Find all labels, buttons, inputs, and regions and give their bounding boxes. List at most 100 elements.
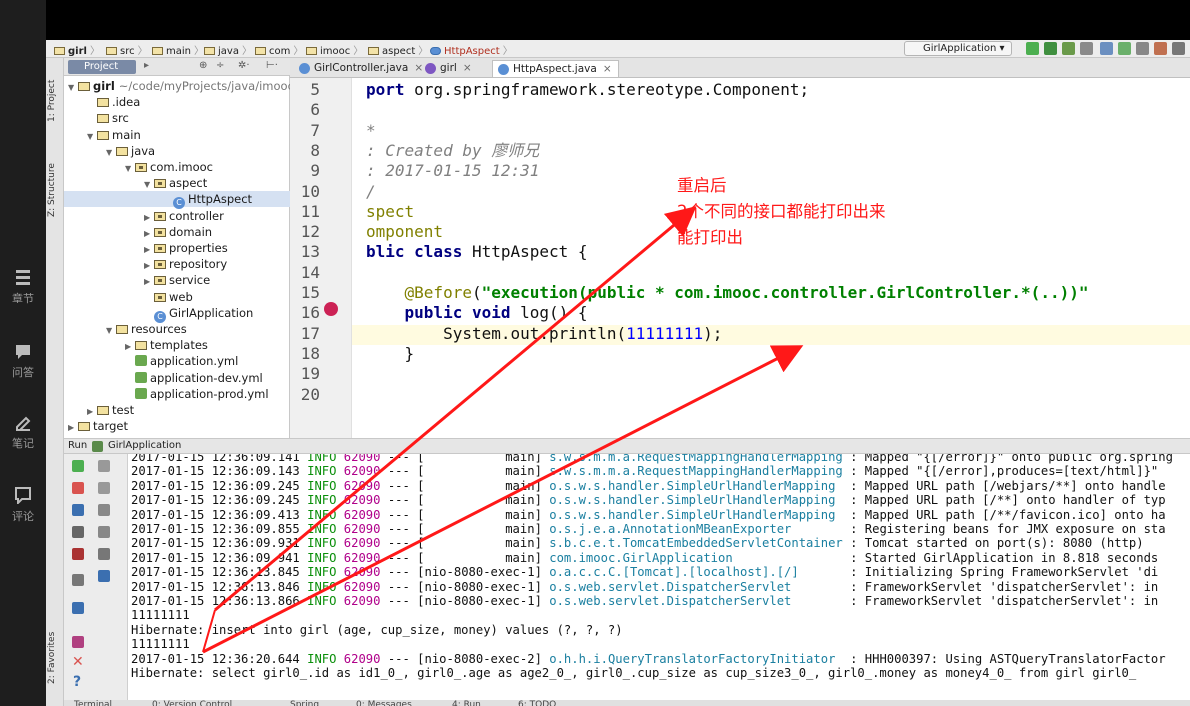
bottom-tab[interactable]: 4: Run [452,700,481,706]
breadcrumb-item[interactable]: main 〉 [152,42,204,57]
collapse-icon[interactable]: ÷ [216,60,224,71]
breadcrumb-item[interactable]: aspect 〉 [368,42,428,57]
code-editor[interactable]: port org.springframework.stereotype.Comp… [352,78,1190,438]
tree-item[interactable]: ▼ girl ~/code/myProjects/java/imooc/ [64,78,298,94]
close-icon[interactable]: × [603,63,612,75]
pin-icon[interactable] [72,636,84,648]
profile-icon[interactable] [1080,42,1093,55]
tree-item[interactable]: ▶ target [64,418,290,434]
project-view-selector[interactable]: Project [68,60,136,74]
breadcrumb-item[interactable]: com 〉 [255,42,303,57]
qa-nav-item[interactable]: 问答 [0,342,46,380]
tree-item[interactable]: ▼ com.imooc [64,159,290,175]
bottom-tab[interactable]: 0: Messages [356,700,412,706]
tab-httpaspect[interactable]: HttpAspect.java × [492,60,619,77]
comments-nav-item[interactable]: 评论 [0,486,46,524]
structure-tool-tab[interactable]: Z: Structure [47,150,63,230]
bottom-tab[interactable]: 0: Version Control [152,700,232,706]
debug-icon[interactable] [1044,42,1057,55]
tree-item[interactable]: application-prod.yml [64,386,290,402]
package-icon [135,163,147,172]
run-config-select[interactable]: GirlApplication ▾ [904,41,1012,56]
notes-nav-item[interactable]: 笔记 [0,413,46,451]
scroll-end-icon[interactable] [98,526,110,538]
pencil-icon [16,416,31,431]
tree-item[interactable]: ▶ repository [64,256,290,272]
history-icon[interactable] [1136,42,1149,55]
tree-item[interactable]: application.yml [64,353,290,369]
tab-girlcontroller[interactable]: GirlController.java × [294,60,429,77]
down-arrow-icon[interactable] [98,482,110,494]
settings-icon[interactable] [1172,42,1185,55]
hide-icon[interactable]: ⊢· [266,60,278,71]
revert-icon[interactable] [1154,42,1167,55]
tree-item[interactable]: ▶ service [64,272,290,288]
exit-icon[interactable] [72,548,84,560]
tree-item[interactable]: ▼ main [64,127,290,143]
package-icon [255,47,266,55]
tree-item[interactable]: .idea [64,94,290,110]
tree-item[interactable]: ▼ aspect [64,175,290,191]
sync-icon[interactable]: ⊕ [199,60,207,71]
expand-icon[interactable]: ▸ [144,60,149,71]
console-output[interactable]: 2017-01-15 12:36:09.141 INFO 62090 --- [… [128,454,1190,706]
tree-item[interactable]: ▶ templates [64,337,290,353]
stop-icon[interactable] [72,482,84,494]
coverage-icon[interactable] [1062,42,1075,55]
help-icon[interactable]: ? [73,674,81,690]
camera-icon[interactable] [72,526,84,538]
favorites-tool-tab[interactable]: 2: Favorites [47,618,63,698]
run-config-name[interactable]: GirlApplication [108,439,181,453]
project-tool-tab[interactable]: 1: Project [47,66,63,136]
vcs-update-icon[interactable] [1100,42,1113,55]
tab-girl[interactable]: girl × [420,60,478,77]
breadcrumb-item[interactable]: imooc 〉 [306,42,363,57]
tree-item[interactable]: C HttpAspect [64,191,290,210]
line-number: 9 [310,161,320,181]
tree-item[interactable]: ▶ domain [64,224,290,240]
breadcrumb-item[interactable]: java 〉 [204,42,252,57]
breadcrumb-item[interactable]: src 〉 [106,42,148,57]
chevron-icon[interactable]: ▶ [68,420,78,436]
tree-item[interactable]: ▶ controller [64,208,290,224]
bottom-tab[interactable]: Terminal [74,700,112,706]
breadcrumb-item[interactable]: girl 〉 [54,42,100,57]
tree-item[interactable]: application-dev.yml [64,370,290,386]
tree-item[interactable]: src [64,110,290,126]
line-number: 8 [310,140,320,160]
breakpoint-icon[interactable] [324,302,338,316]
line-number: 11 [300,201,320,221]
up-arrow-icon[interactable] [98,460,110,472]
breadcrumb-item[interactable]: HttpAspect 〉 [430,42,513,57]
vcs-commit-icon[interactable] [1118,42,1131,55]
tree-item-label: domain [169,224,213,239]
close-icon[interactable]: ✕ [72,654,84,670]
bottom-tab[interactable]: 6: TODO [518,700,556,706]
console-line: 11111111 [131,637,190,652]
list-icon [16,270,30,285]
folder-icon [97,130,109,140]
run-toolbar: ✕ ? [64,454,128,706]
tree-item[interactable]: ▼ java [64,143,290,159]
folder-icon [97,98,109,108]
console-line: 2017-01-15 12:36:09.941 INFO 62090 --- [… [131,550,1159,565]
tree-item[interactable]: ▶ properties [64,240,290,256]
pause-icon[interactable] [72,504,84,516]
wrap-icon[interactable] [98,504,110,516]
tree-item[interactable]: C GirlApplication [64,305,290,323]
tree-item[interactable]: ▶ test [64,402,290,418]
settings-icon[interactable] [72,602,84,614]
close-icon[interactable]: × [463,62,472,74]
tree-item[interactable]: web [64,289,290,305]
clear-icon[interactable] [98,570,110,582]
run-icon[interactable] [1026,42,1039,55]
gear-icon[interactable]: ✲· [238,60,250,71]
tree-item[interactable]: ▼ resources [64,321,290,337]
print-icon[interactable] [98,548,110,560]
bottom-tab[interactable]: Spring [290,700,319,706]
annotation-line-3: 能打印出 [677,228,743,247]
code-line: blic class HttpAspect { [366,242,588,262]
layout-icon[interactable] [72,574,84,586]
rerun-icon[interactable] [72,460,84,472]
chapter-nav-item[interactable]: 章节 [0,268,46,306]
